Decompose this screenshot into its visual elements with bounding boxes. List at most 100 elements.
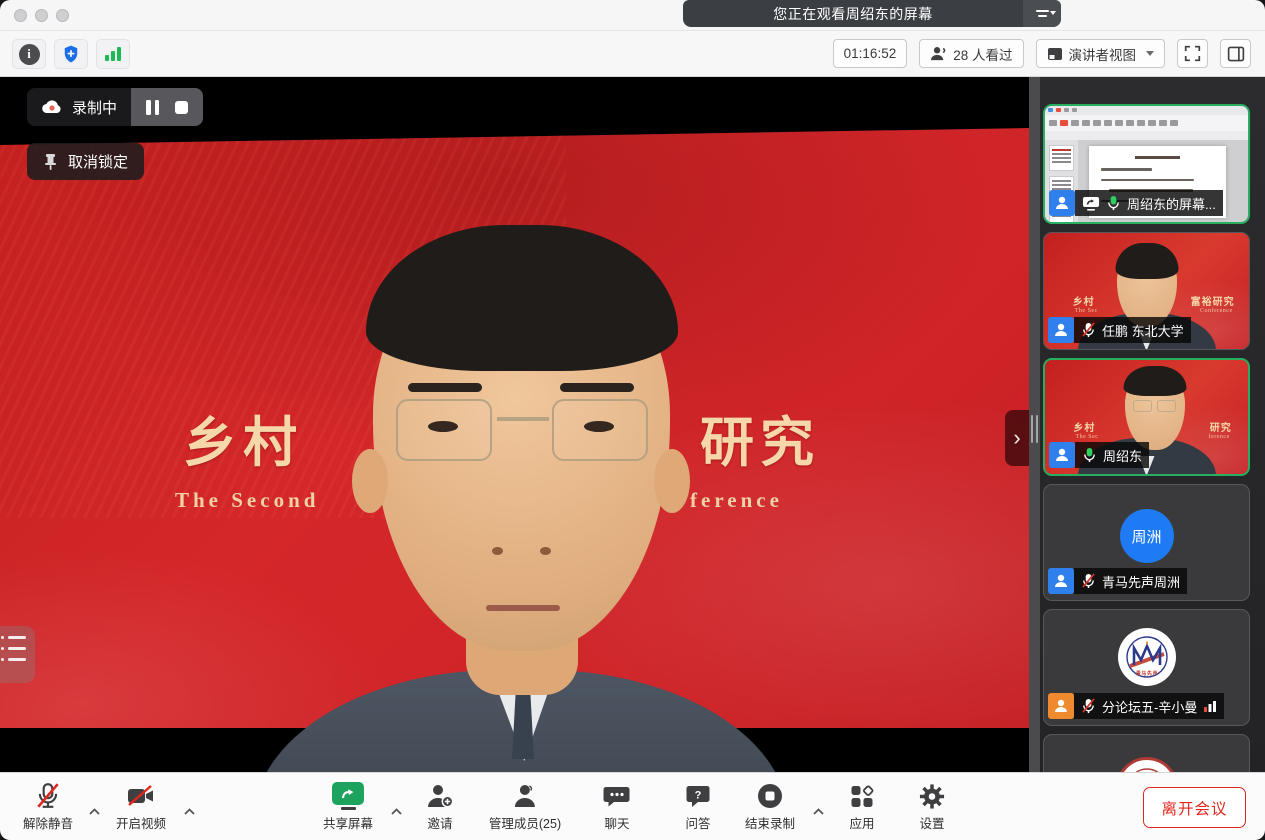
zoom-window-button[interactable] bbox=[56, 9, 69, 22]
recording-status-label: 录制中 bbox=[72, 97, 117, 118]
view-mode-dropdown[interactable]: 演讲者视图 bbox=[1036, 39, 1166, 68]
participant-tile-renpeng[interactable]: 乡村 富裕研究 The Sec Conference bbox=[1043, 232, 1250, 350]
chat-button[interactable]: 聊天 bbox=[604, 781, 631, 832]
invite-person-icon bbox=[426, 783, 454, 809]
layout-icon bbox=[1047, 47, 1063, 61]
mic-muted-icon bbox=[1081, 573, 1096, 589]
stop-record-icon bbox=[757, 783, 783, 809]
tile-banner-text: 研究 bbox=[1210, 419, 1232, 434]
sidebar-toggle-button[interactable] bbox=[1220, 39, 1251, 68]
end-recording-button[interactable]: 结束录制 bbox=[745, 781, 795, 832]
security-button[interactable] bbox=[54, 39, 88, 69]
screen-share-icon bbox=[1082, 196, 1100, 211]
participant-tile-screen-share[interactable]: 周绍东的屏幕... bbox=[1043, 104, 1250, 224]
tile-banner-text: The Sec bbox=[1075, 308, 1098, 314]
viewing-options-button[interactable] bbox=[1023, 0, 1061, 27]
shield-plus-icon bbox=[61, 43, 81, 65]
svg-text:?: ? bbox=[695, 789, 702, 801]
participant-role-icon bbox=[1048, 568, 1074, 594]
minimize-window-button[interactable] bbox=[35, 9, 48, 22]
invite-button[interactable]: 邀请 bbox=[426, 781, 454, 832]
settings-button[interactable]: 设置 bbox=[919, 781, 946, 832]
apps-button[interactable]: 应用 bbox=[849, 781, 874, 832]
mic-muted-icon bbox=[1081, 322, 1096, 338]
tile-banner-text: 富裕研究 bbox=[1191, 293, 1235, 308]
avatar-logo: 青马先声 bbox=[1118, 628, 1176, 686]
banner-text-cn-left: 乡村 bbox=[183, 398, 303, 477]
unlock-label: 取消锁定 bbox=[68, 151, 128, 172]
network-status-button[interactable] bbox=[96, 39, 130, 69]
meeting-window: 乡村 研究 The Second ference bbox=[0, 0, 1265, 840]
participant-name: 任鹏 东北大学 bbox=[1102, 321, 1184, 340]
mic-on-icon bbox=[1082, 447, 1097, 463]
banner-text-en-left: The Second bbox=[175, 488, 319, 513]
share-screen-icon bbox=[332, 782, 364, 805]
info-icon: i bbox=[19, 44, 40, 65]
camera-muted-icon bbox=[126, 784, 156, 808]
members-icon bbox=[512, 783, 538, 809]
meeting-toolbar: i 01:16:52 bbox=[0, 31, 1265, 77]
tile-banner-text: 乡村 bbox=[1073, 293, 1095, 308]
avatar: 周洲 bbox=[1120, 509, 1174, 563]
leave-meeting-button[interactable]: 离开会议 bbox=[1143, 787, 1246, 828]
audio-options-caret[interactable] bbox=[88, 803, 101, 821]
menu-lines-icon bbox=[1036, 10, 1049, 12]
unlock-pin-button[interactable]: 取消锁定 bbox=[27, 143, 144, 180]
start-video-button[interactable]: 开启视频 bbox=[116, 781, 166, 832]
main-video-stage: 乡村 研究 The Second ference bbox=[0, 77, 1029, 772]
mic-on-icon bbox=[1106, 195, 1121, 211]
video-options-caret[interactable] bbox=[183, 803, 196, 821]
manage-members-button[interactable]: 管理成员(25) bbox=[489, 781, 561, 832]
participant-name: 分论坛五-辛小曼 bbox=[1102, 697, 1197, 716]
banner-text-en-right: ference bbox=[690, 488, 783, 513]
recording-pill: 录制中 bbox=[27, 88, 203, 126]
pause-recording-button[interactable] bbox=[146, 100, 159, 115]
participant-role-icon bbox=[1048, 317, 1074, 343]
unmute-button[interactable]: 解除静音 bbox=[23, 781, 73, 832]
apps-grid-icon bbox=[849, 784, 874, 809]
participant-tile-xinxiaoman[interactable]: 青马先声 分论坛五-辛小曼 bbox=[1043, 609, 1250, 726]
window-titlebar bbox=[0, 0, 1265, 31]
network-signal-icon bbox=[1203, 699, 1217, 713]
gear-icon bbox=[919, 783, 946, 810]
share-screen-button[interactable]: 共享屏幕 bbox=[323, 781, 373, 832]
close-window-button[interactable] bbox=[14, 9, 27, 22]
viewing-banner: 您正在观看周绍东的屏幕 bbox=[683, 0, 1061, 27]
signal-bars-icon bbox=[105, 47, 121, 61]
recording-cloud-icon bbox=[41, 99, 63, 115]
mic-muted-icon bbox=[1081, 698, 1096, 714]
chat-bubble-icon bbox=[604, 784, 631, 809]
participant-tile-zhoushaodong[interactable]: 乡村 研究 The Sec ference bbox=[1043, 358, 1250, 476]
mic-muted-icon bbox=[35, 782, 61, 810]
meeting-info-button[interactable]: i bbox=[12, 39, 46, 69]
participant-role-icon bbox=[1049, 190, 1075, 216]
participant-name: 周绍东的屏幕... bbox=[1127, 194, 1216, 213]
drag-handle-icon bbox=[1031, 415, 1038, 443]
recording-options-caret[interactable] bbox=[812, 803, 825, 821]
participant-tile-partial[interactable] bbox=[1043, 734, 1250, 772]
banner-text-cn-right: 研究 bbox=[700, 398, 820, 477]
tile-banner-text: 乡村 bbox=[1073, 419, 1095, 434]
tile-banner-text: ference bbox=[1209, 434, 1230, 440]
collapse-sidebar-button[interactable]: › bbox=[1005, 410, 1029, 466]
panel-resize-divider[interactable] bbox=[1029, 77, 1040, 772]
meeting-timer: 01:16:52 bbox=[833, 39, 908, 68]
viewers-count-button[interactable]: 28 人看过 bbox=[919, 39, 1023, 68]
pin-icon bbox=[43, 153, 58, 170]
stop-recording-button[interactable] bbox=[175, 101, 188, 114]
fullscreen-button[interactable] bbox=[1177, 39, 1208, 68]
avatar-logo bbox=[1116, 757, 1178, 772]
participants-sidebar: 周绍东的屏幕... 乡村 富裕研究 The Sec Conference bbox=[1040, 77, 1265, 772]
tile-banner-text: Conference bbox=[1200, 308, 1233, 314]
participant-name: 周绍东 bbox=[1103, 446, 1142, 465]
tile-banner-text: The Sec bbox=[1075, 434, 1098, 440]
share-options-caret[interactable] bbox=[390, 803, 403, 821]
viewing-banner-text: 您正在观看周绍东的屏幕 bbox=[683, 4, 1023, 24]
control-bar: 解除静音 开启视频 bbox=[0, 772, 1265, 840]
qa-button[interactable]: ? 问答 bbox=[685, 781, 711, 832]
qa-bubble-icon: ? bbox=[685, 784, 711, 809]
participant-tile-zhouzhou[interactable]: 周洲 青马先声周洲 bbox=[1043, 484, 1250, 601]
fullscreen-icon bbox=[1184, 45, 1201, 62]
participant-role-icon bbox=[1049, 442, 1075, 468]
caption-list-button[interactable] bbox=[0, 626, 35, 683]
